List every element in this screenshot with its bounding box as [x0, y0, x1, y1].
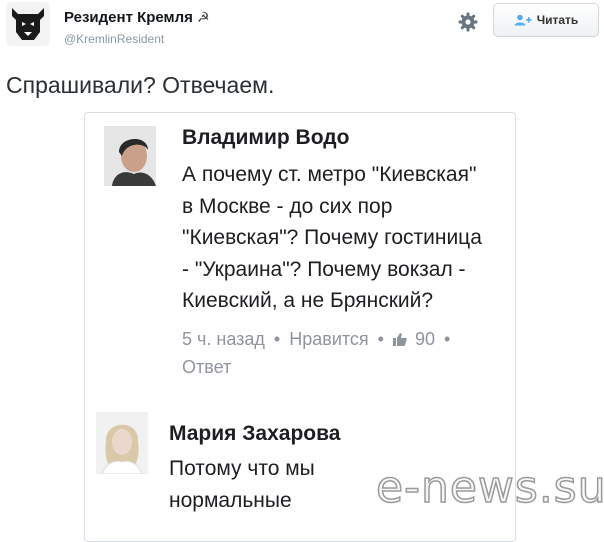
meta-separator: •	[444, 329, 451, 349]
like-count: 90	[414, 329, 436, 349]
watermark: e-news.su	[375, 461, 604, 514]
man-portrait-image	[104, 126, 156, 186]
meta-separator: •	[273, 329, 281, 349]
thumbs-up-icon	[392, 333, 407, 346]
hammer-sickle-icon: ☭	[196, 9, 210, 25]
follow-button[interactable]: Читать	[493, 3, 599, 37]
settings-button[interactable]	[457, 11, 479, 33]
reply-link[interactable]: Ответ	[182, 357, 231, 378]
reply-line: нормальные	[169, 489, 292, 512]
gear-icon	[458, 12, 478, 32]
commenter-avatar[interactable]	[104, 126, 156, 186]
account-avatar[interactable]	[6, 2, 50, 46]
replier-name[interactable]: Мария Захарова	[169, 422, 340, 446]
replier-avatar[interactable]	[96, 412, 148, 474]
reply-text: Потому что мы нормальные	[169, 453, 315, 517]
woman-portrait-image	[96, 412, 148, 474]
commenter-name[interactable]: Владимир Водо	[182, 126, 349, 150]
comment-line: - "Украина"? Почему вокзал -	[182, 257, 466, 281]
tweet-text: Спрашивали? Отвечаем.	[6, 72, 275, 98]
like-link[interactable]: Нравится	[289, 329, 368, 349]
account-handle[interactable]: @KremlinResident	[64, 32, 164, 46]
comment-time[interactable]: 5 ч. назад	[182, 329, 265, 349]
account-name-text: Резидент Кремля	[64, 9, 193, 26]
comment-line: Киевский, а не Брянский?	[182, 289, 434, 312]
meta-separator: •	[377, 329, 384, 349]
comment-line: в Москве - до сих пор	[182, 194, 393, 218]
comment-line: "Киевская"? Почему гостиница	[182, 226, 482, 249]
reply-line: Потому что мы	[169, 457, 315, 480]
add-user-icon	[514, 14, 532, 26]
comment-text: А почему ст. метро "Киевская" в Москве -…	[182, 159, 482, 317]
comment-meta: 5 ч. назад • Нравится • 90 •	[182, 329, 459, 350]
comment-line: А почему ст. метро "Киевская"	[182, 163, 477, 186]
bear-icon	[6, 2, 50, 46]
follow-button-label: Читать	[536, 13, 579, 27]
account-name[interactable]: Резидент Кремля ☭	[64, 9, 210, 26]
